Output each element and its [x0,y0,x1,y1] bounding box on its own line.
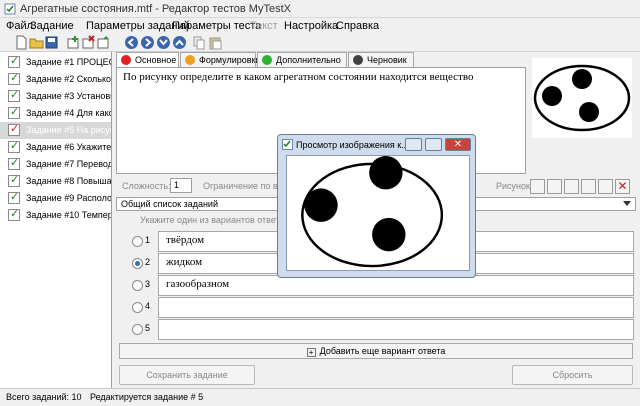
first-icon[interactable] [156,35,171,50]
plus-icon: + [306,348,316,357]
task-check-icon [8,139,20,153]
answer-field[interactable] [158,297,634,318]
red-dot-icon [121,55,131,65]
orange-dot-icon [185,55,195,65]
add-picture-icon[interactable] [530,179,545,194]
answer-radio[interactable] [132,280,143,291]
paste-icon[interactable] [208,35,223,50]
tab-additional[interactable]: Дополнительно [257,52,347,68]
task-item[interactable]: Задание #6 Укажите, ч [0,139,111,156]
menu-settings[interactable]: Настройка [284,20,338,32]
task-item[interactable]: Задание #7 Перевод ве [0,156,111,173]
tab-main[interactable]: Основное [116,52,179,68]
answer-radio[interactable] [132,236,143,247]
status-bar: Всего заданий: 10 Редактируется задание … [0,388,640,406]
complexity-spinner[interactable]: 1 [170,178,192,193]
add-answer-button[interactable]: + Добавить еще вариант ответа [119,343,633,359]
menu-text[interactable]: Текст [250,20,278,32]
menu-task[interactable]: Задание [30,20,74,32]
new-file-icon[interactable] [14,35,29,50]
open-folder-icon[interactable] [29,35,44,50]
task-check-icon [8,173,20,187]
next-icon[interactable] [140,35,155,50]
task-item[interactable]: Задание #10 Температу [0,207,111,224]
task-check-icon [8,105,20,119]
prev-icon[interactable] [124,35,139,50]
app-icon [4,3,16,15]
status-total: Всего заданий: 10 [6,392,82,402]
tab-draft[interactable]: Черновик [348,52,414,68]
task-item[interactable]: Задание #3 Установите [0,88,111,105]
task-check-icon [8,71,20,85]
answer-radio[interactable] [132,302,143,313]
toolbar [0,34,640,52]
preview-image [286,155,470,271]
answer-radio[interactable] [132,324,143,335]
close-button[interactable]: ✕ [445,138,471,151]
move-up-icon[interactable] [96,35,111,50]
task-item[interactable]: Задание #1 ПРОЦЕСС г [0,54,111,71]
task-check-icon [8,54,20,68]
picture-label: Рисунок: [496,181,533,191]
minimize-button[interactable] [405,138,422,151]
task-item[interactable]: Задание #8 Повышаетс [0,173,111,190]
delete-task-icon[interactable] [81,35,96,50]
answer-field[interactable] [158,319,634,340]
task-item[interactable]: Задание #4 Для какого [0,105,111,122]
status-editing: Редактируется задание # 5 [90,392,204,402]
save-icon[interactable] [44,35,59,50]
image-preview-window: Просмотр изображения к... ✕ [277,134,476,278]
task-check-icon [8,190,20,204]
save-task-button[interactable]: Сохранить задание [119,365,255,385]
add-task-icon[interactable] [66,35,81,50]
tab-formulations[interactable]: Формулировки [180,52,260,68]
chevron-down-icon [623,201,631,206]
answer-field[interactable]: газообразном [158,275,634,296]
answer-hint: Укажите один из вариантов ответа: [140,215,288,225]
task-item[interactable]: Задание #2 Сколько зна [0,71,111,88]
last-icon[interactable] [172,35,187,50]
task-check-icon [8,122,20,136]
menu-bar: Файл Задание Параметры заданий Параметры… [0,18,640,34]
delete-picture-icon[interactable]: ✕ [615,179,630,194]
title-bar: Агрегатные состояния.mtf - Редактор тест… [0,0,640,18]
complexity-label: Сложность: [122,181,171,191]
maximize-button[interactable] [425,138,442,151]
copy-picture-icon[interactable] [581,179,596,194]
task-check-icon [8,207,20,221]
camera-icon[interactable] [547,179,562,194]
tab-strip: Основное Формулировки Дополнительно Черн… [116,52,526,68]
task-check-icon [8,156,20,170]
task-item[interactable]: Задание #9 Расположит [0,190,111,207]
question-text: По рисунку определите в каком агрегатном… [123,71,474,83]
answer-row: 4 [120,297,634,318]
green-dot-icon [262,55,272,65]
task-list: Задание #1 ПРОЦЕСС г Задание #2 Сколько … [0,52,112,390]
answer-row: 5 [120,319,634,340]
gray-dot-icon [353,55,363,65]
reset-button[interactable]: Сбросить [512,365,633,385]
menu-help[interactable]: Справка [336,20,379,32]
answer-radio[interactable] [132,258,143,269]
popup-title: Просмотр изображения к... [296,140,409,150]
window-icon [282,139,293,150]
paste-picture-icon[interactable] [598,179,613,194]
menu-file[interactable]: Файл [6,20,33,32]
window-title: Агрегатные состояния.mtf - Редактор тест… [20,3,291,15]
copy-icon[interactable] [192,35,207,50]
answer-row: 3 газообразном [120,275,634,296]
picture-buttons: ✕ [530,178,640,196]
task-check-icon [8,88,20,102]
save-picture-icon[interactable] [564,179,579,194]
task-item-selected[interactable]: Задание #5 На рисунке [0,122,111,139]
menu-test-params[interactable]: Параметры теста [172,20,261,32]
task-picture-thumbnail[interactable] [532,58,632,138]
